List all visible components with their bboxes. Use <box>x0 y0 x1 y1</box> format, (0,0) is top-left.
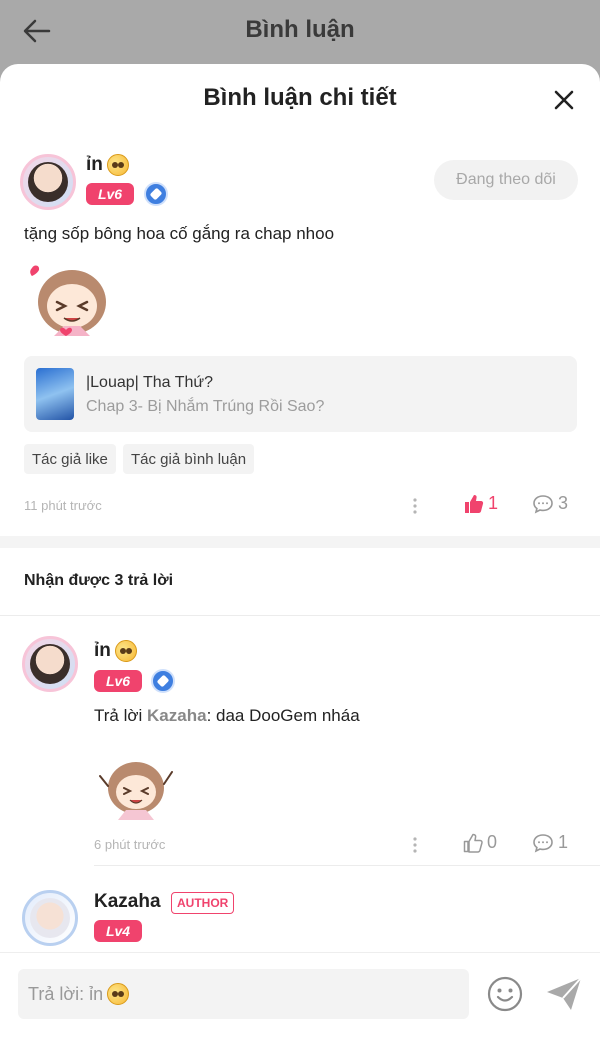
level-badge: Lv6 <box>94 670 142 692</box>
more-vertical-icon <box>413 837 417 853</box>
reply-author[interactable]: ỉn <box>94 640 137 662</box>
smiley-icon <box>487 976 523 1012</box>
like-button[interactable]: 0 <box>463 832 497 853</box>
pleading-face-emoji-icon <box>107 983 130 1005</box>
replies-header: Nhận được 3 trả lời <box>24 572 174 589</box>
chapter-card[interactable]: |Louap| Tha Thứ? Chap 3- Bị Nhắm Trúng R… <box>24 356 577 432</box>
more-vertical-icon <box>413 498 417 514</box>
girl-sticker-icon <box>30 265 106 336</box>
pleading-face-emoji-icon <box>106 154 129 176</box>
reply-input[interactable]: Trả lời: ỉn <box>18 969 469 1019</box>
page-title: Bình luận <box>245 16 355 43</box>
chat-bubble-icon <box>533 833 553 853</box>
timestamp: 6 phút trước <box>94 837 166 852</box>
comment-text: tặng sốp bông hoa cố gắng ra chap nhoo <box>24 224 335 243</box>
thumbs-up-filled-icon <box>465 494 484 513</box>
more-button[interactable] <box>405 833 425 857</box>
gem-icon <box>144 182 168 206</box>
reply-count: 1 <box>558 832 569 852</box>
reply-avatar[interactable] <box>22 636 78 692</box>
avatar[interactable] <box>20 154 76 210</box>
emoji-button[interactable] <box>486 975 524 1013</box>
level-badge: Lv4 <box>94 920 142 942</box>
send-icon <box>547 977 582 1010</box>
more-button[interactable] <box>405 494 425 518</box>
comment-author[interactable]: ỉn <box>86 154 129 176</box>
close-icon <box>554 90 574 110</box>
tag-author-comment: Tác giả bình luận <box>123 444 255 474</box>
reply-author[interactable]: Kazaha <box>94 891 161 913</box>
send-button[interactable] <box>544 975 584 1013</box>
like-button[interactable]: 1 <box>464 493 498 514</box>
top-bar: Bình luận <box>0 0 600 62</box>
comment-detail-sheet: Bình luận chi tiết ỉn Lv6 Đang theo dõi … <box>0 64 600 1038</box>
sheet-title: Bình luận chi tiết <box>203 84 397 111</box>
like-count: 0 <box>487 832 498 852</box>
thumbs-up-icon <box>463 833 483 853</box>
reply-count-button[interactable]: 3 <box>532 493 568 514</box>
chapter-cover <box>36 368 74 420</box>
reply-count-button[interactable]: 1 <box>532 832 568 853</box>
reply-to-user[interactable]: Kazaha <box>147 706 207 725</box>
story-title: |Louap| Tha Thứ? <box>86 374 213 391</box>
timestamp: 11 phút trước <box>24 498 102 513</box>
reply-count: 3 <box>558 493 569 513</box>
section-divider <box>0 536 600 548</box>
chat-bubble-icon <box>533 494 553 514</box>
chapter-title: Chap 3- Bị Nhắm Trúng Rồi Sao? <box>86 398 325 415</box>
reply-avatar[interactable] <box>22 890 78 946</box>
level-badge: Lv6 <box>86 183 134 205</box>
divider <box>0 615 600 616</box>
reply-input-bar: Trả lời: ỉn <box>0 952 600 1038</box>
pleading-face-emoji-icon <box>114 640 137 662</box>
author-badge: AUTHOR <box>171 892 235 914</box>
girl-sticker-icon <box>99 762 173 820</box>
divider <box>94 865 600 866</box>
tag-author-like: Tác giả like <box>24 444 116 474</box>
like-count: 1 <box>488 493 499 513</box>
reply-text: Trả lời Kazaha: daa DooGem nháa <box>94 706 360 725</box>
following-button[interactable]: Đang theo dõi <box>434 160 578 200</box>
close-button[interactable] <box>550 86 578 114</box>
gem-icon <box>151 669 175 693</box>
